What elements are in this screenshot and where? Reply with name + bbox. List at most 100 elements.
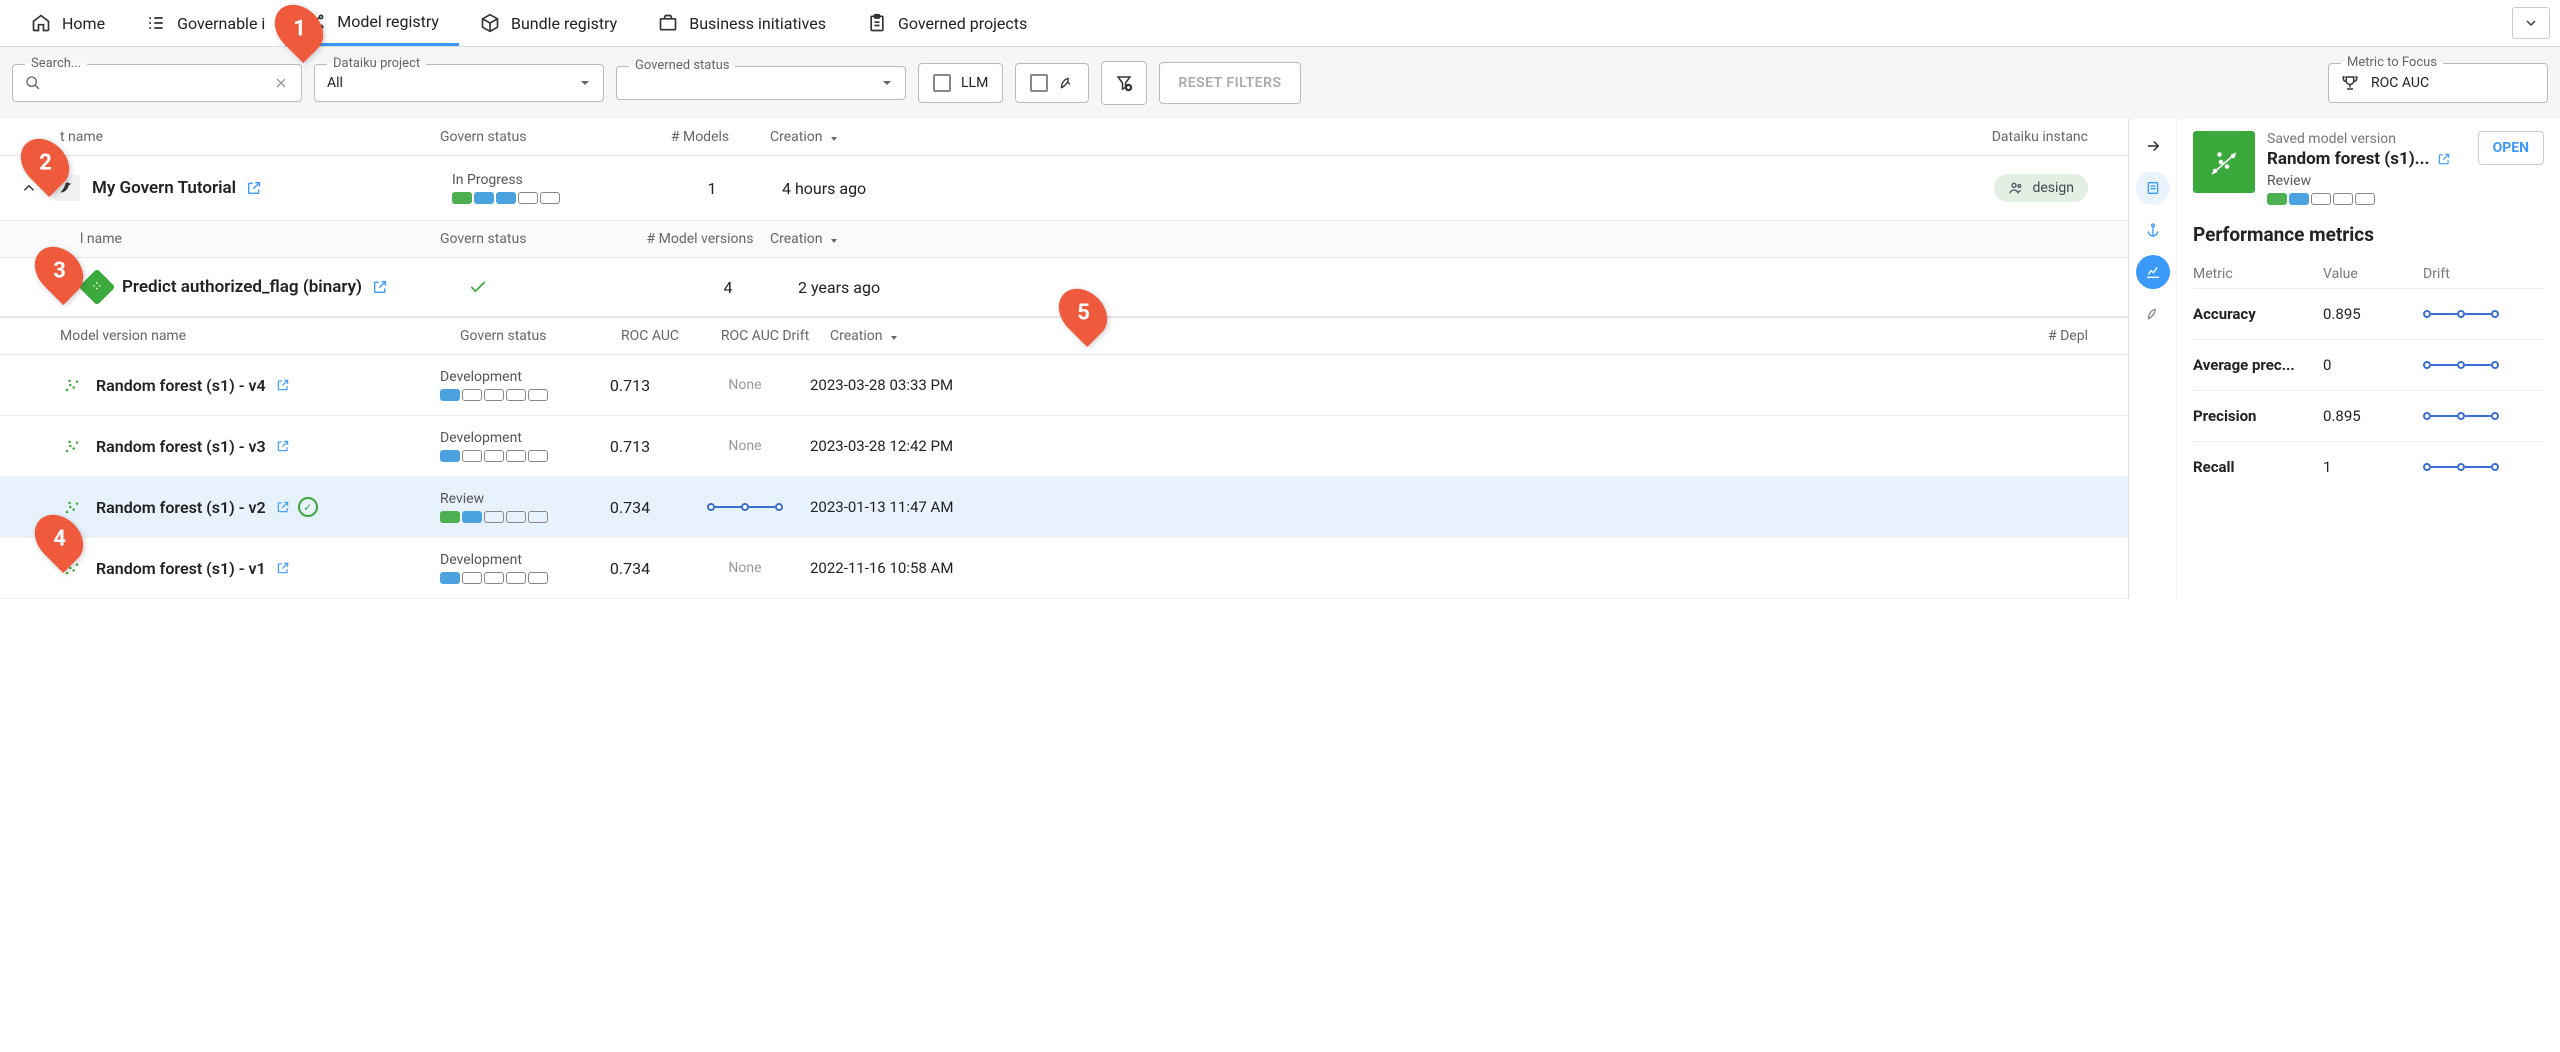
project-name: My Govern Tutorial — [92, 178, 236, 198]
scatter-icon — [2206, 144, 2242, 180]
metric-name: Average prec... — [2193, 356, 2323, 374]
version-status: Review — [440, 491, 580, 507]
version-created: 2023-03-28 03:33 PM — [810, 376, 990, 394]
col-version-name: Model version name — [60, 328, 460, 344]
caret-down-icon — [881, 77, 893, 89]
nav-governed[interactable]: Governed projects — [846, 0, 1047, 46]
nav-expand-button[interactable] — [2512, 7, 2550, 39]
metric-drift — [2423, 357, 2544, 373]
external-link-icon[interactable] — [276, 378, 290, 392]
col-instance: Dataiku instanc — [950, 129, 2108, 145]
version-roc: 0.713 — [580, 376, 680, 395]
sort-down-icon — [828, 233, 840, 245]
col-version-created[interactable]: Creation — [830, 328, 1010, 344]
project-row[interactable]: My Govern Tutorial In Progress 1 4 hours… — [0, 156, 2128, 221]
caret-down-icon — [579, 77, 591, 89]
filter-add-button[interactable] — [1101, 61, 1147, 105]
metric-row: Precision0.895 — [2193, 390, 2544, 441]
metric-value: 0.895 — [2323, 407, 2423, 425]
metric-name: Recall — [2193, 458, 2323, 476]
side-tab-anchor[interactable] — [2136, 213, 2170, 247]
open-button[interactable]: OPEN — [2478, 131, 2544, 165]
version-roc: 0.734 — [580, 559, 680, 578]
metric-row: Accuracy0.895 — [2193, 288, 2544, 339]
scatter-icon — [60, 373, 84, 397]
active-ring-icon: ✓ — [298, 497, 318, 517]
version-row[interactable]: Random forest (s1) - v4Development0.713N… — [0, 355, 2128, 416]
nav-business[interactable]: Business initiatives — [637, 0, 846, 46]
side-tab-overview[interactable] — [2136, 171, 2170, 205]
trophy-icon — [2341, 74, 2359, 92]
project-filter[interactable]: Dataiku project All — [314, 64, 604, 102]
status-filter[interactable]: Governed status — [616, 66, 906, 100]
metric-focus[interactable]: Metric to Focus ROC AUC — [2328, 63, 2548, 103]
col-govern-status: Govern status — [440, 129, 630, 145]
external-link-icon[interactable] — [372, 279, 388, 295]
nav-bundle-registry[interactable]: Bundle registry — [459, 0, 637, 46]
col-model-created[interactable]: Creation — [770, 231, 950, 247]
metric-row: Recall1 — [2193, 441, 2544, 492]
reset-filters-button[interactable]: RESET FILTERS — [1159, 62, 1300, 104]
version-name: Random forest (s1) - v3 — [96, 437, 266, 456]
side-tab-metrics[interactable] — [2136, 255, 2170, 289]
nav-home[interactable]: Home — [10, 0, 125, 46]
llm-toggle[interactable]: LLM — [918, 63, 1003, 103]
col-deploy: # Depl — [1010, 328, 2108, 344]
side-sublabel: Review — [2267, 173, 2466, 189]
version-roc: 0.734 — [580, 498, 680, 517]
progress-bar — [440, 511, 580, 523]
project-filter-value: All — [327, 75, 343, 91]
search-input[interactable] — [49, 75, 265, 91]
metric-value: 1 — [2323, 458, 2423, 476]
expand-panel-button[interactable] — [2136, 129, 2170, 163]
nav-home-label: Home — [62, 14, 105, 33]
col-roc: ROC AUC — [600, 328, 700, 344]
col-project-name: t name — [20, 129, 440, 145]
clipboard-icon — [866, 12, 888, 34]
metric-legend: Metric to Focus — [2341, 55, 2443, 70]
status-legend: Governed status — [629, 58, 735, 73]
nav-bundle-label: Bundle registry — [511, 14, 617, 33]
col-creation[interactable]: Creation — [770, 129, 950, 145]
checkbox-icon — [1030, 74, 1048, 92]
external-link-icon[interactable] — [2437, 152, 2451, 166]
version-row[interactable]: Random forest (s1) - v2✓Review0.7342023-… — [0, 477, 2128, 538]
sort-down-icon — [828, 131, 840, 143]
project-table-header: t name Govern status # Models Creation D… — [0, 119, 2128, 156]
external-link-icon[interactable] — [276, 500, 290, 514]
version-name: Random forest (s1) - v2 — [96, 498, 266, 517]
drift-sparkline — [707, 503, 783, 511]
drift-none: None — [728, 377, 761, 393]
col-drift: ROC AUC Drift — [700, 328, 830, 344]
metric-drift — [2423, 459, 2544, 475]
progress-bar — [440, 389, 580, 401]
version-row[interactable]: Random forest (s1) - v3Development0.713N… — [0, 416, 2128, 477]
external-link-icon[interactable] — [276, 561, 290, 575]
external-link-icon[interactable] — [246, 180, 262, 196]
project-status-label: In Progress — [452, 172, 642, 188]
checkbox-icon — [933, 74, 951, 92]
rocket-toggle[interactable] — [1015, 63, 1089, 103]
col-model-status: Govern status — [440, 231, 630, 247]
side-tabs — [2129, 119, 2177, 599]
search-icon — [25, 75, 41, 91]
instance-badge: design — [1994, 174, 2088, 202]
version-drift: None — [680, 438, 810, 454]
sort-down-icon — [888, 330, 900, 342]
search-box[interactable]: Search... — [12, 64, 302, 102]
metrics-heading: Performance metrics — [2193, 223, 2544, 246]
model-version-count: 4 — [658, 278, 798, 297]
version-row[interactable]: Random forest (s1) - v1Development0.734N… — [0, 538, 2128, 599]
anchor-icon — [2145, 222, 2161, 238]
nav-governable[interactable]: Governable i — [125, 0, 285, 46]
model-version-thumbnail — [2193, 131, 2255, 193]
chart-line-icon — [2145, 264, 2161, 280]
version-name: Random forest (s1) - v1 — [96, 559, 266, 578]
search-legend: Search... — [25, 56, 87, 71]
side-tab-deploy[interactable] — [2136, 297, 2170, 331]
arrow-right-icon — [2144, 137, 2162, 155]
model-created: 2 years ago — [798, 278, 978, 297]
clear-icon[interactable] — [273, 75, 289, 91]
external-link-icon[interactable] — [276, 439, 290, 453]
scatter-icon — [60, 495, 84, 519]
